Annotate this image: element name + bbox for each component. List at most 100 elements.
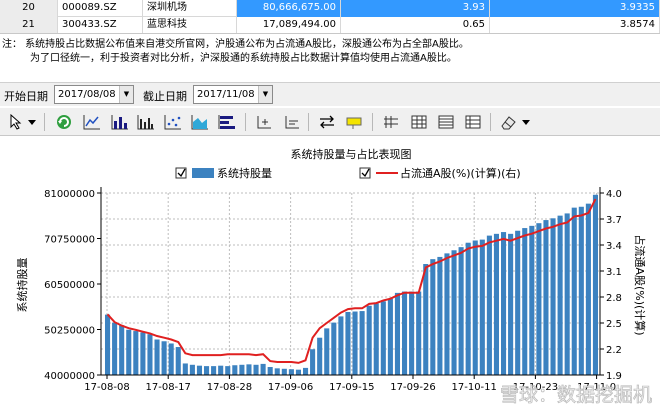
bar [557,215,563,375]
holdings-chart[interactable]: 系统持股量与占比表现图系统持股量 占流通A股(%)(计算)(右) 81000000 7… [0,137,660,410]
bar [147,334,153,375]
line-chart-icon[interactable] [82,112,102,132]
ratio-value: 3.9335 [490,0,660,17]
bar-chart-icon[interactable] [110,112,130,132]
y-tick-label-right: 2.2 [606,345,622,356]
chevron-down-icon[interactable]: ▼ [119,86,133,103]
x-tick-label: 17-08-08 [84,382,129,393]
y-tick-label-right: 3.4 [606,241,622,252]
bar [126,329,132,375]
dropdown-arrow-icon[interactable] [519,112,533,132]
end-date-picker[interactable]: 2017/11/08 ▼ [193,85,273,104]
grid-icon[interactable] [409,112,429,132]
swap-icon[interactable] [317,112,337,132]
axis-icon[interactable] [254,112,274,132]
toolbar-separator [490,113,491,131]
y-tick-label-left: 40000000 [44,371,95,382]
start-date-picker[interactable]: 2017/08/08 ▼ [54,85,134,104]
note-line-2: 为了口径统一，利于投资者对比分析，沪深股通的系统持股占比数据计算值均使用占流通A… [30,53,457,64]
holding-value: 80,666,675.00 [237,0,341,17]
pct-value: 0.65 [341,17,490,33]
table-row[interactable]: 21 300433.SZ 蓝思科技 17,089,494.00 0.65 3.8… [0,17,660,33]
horizontal-bar-icon[interactable] [217,112,237,132]
dropdown-arrow-icon[interactable] [26,112,38,132]
row-number: 20 [0,0,58,17]
bar [430,259,436,375]
bar [232,365,238,375]
bar [536,223,542,375]
bar [196,365,203,375]
watermark-text: 雪球：数据挖掘机 [500,384,652,406]
stock-name: 蓝思科技 [143,17,237,33]
legend-label-line: 占流通A股(%)(计算)(右) [400,166,521,180]
bar [529,225,535,375]
bar [189,364,195,375]
x-tick-label: 17-09-26 [390,382,435,393]
x-tick-label: 17-08-17 [146,382,191,393]
bar [161,341,167,375]
bar [324,328,330,375]
bar [352,311,358,375]
bar [281,368,287,375]
scatter-chart-icon[interactable] [163,112,183,132]
stock-code: 300433.SZ [58,17,143,33]
bar [295,369,302,375]
x-tick-label: 17-10-11 [452,382,497,393]
y-axis-title-right: 占流通A股(%)(计算) [633,234,647,335]
y-axis-title-left: 系统持股量 [15,258,29,313]
column-chart-icon[interactable] [136,112,156,132]
bar [373,303,379,375]
bar [133,331,139,375]
chevron-down-icon[interactable]: ▼ [258,86,272,103]
bar [416,291,422,375]
pct-value: 3.93 [341,0,490,17]
row-number: 21 [0,17,58,33]
x-tick-label: 17-08-28 [207,382,252,393]
bar [338,316,344,375]
date-filter-bar: 开始日期 2017/08/08 ▼ 截止日期 2017/11/08 ▼ [0,82,660,106]
chart-title: 系统持股量与占比表现图 [291,147,412,161]
bar [571,207,577,375]
end-date-label: 截止日期 [143,90,187,103]
pointer-icon[interactable] [6,112,26,132]
table-row[interactable]: 20 000089.SZ 深圳机场 80,666,675.00 3.93 3.9… [0,0,660,17]
disclaimer-note: 注： 系统持股占比数据公布值来自港交所官网，沪股通公布为占流通A股比，深股通公布… [2,38,658,66]
bar [246,364,252,375]
bar [366,305,372,375]
toolbar-separator [44,113,45,131]
bar [423,264,429,375]
refresh-icon[interactable] [54,112,74,132]
y-tick-label-right: 4.0 [606,189,622,200]
holding-value: 17,089,494.00 [237,17,341,33]
toolbar-separator [308,113,309,131]
bar [310,349,316,375]
legend-swatch-bar [192,168,214,178]
axis-scale-icon[interactable] [282,112,302,132]
annotation-icon[interactable] [344,112,364,132]
bar [409,291,415,375]
eraser-icon[interactable] [498,112,518,132]
bar [104,314,111,375]
bar [225,366,231,375]
note-line-1: 注： 系统持股占比数据公布值来自港交所官网，沪股通公布为占流通A股比，深股通公布… [2,39,469,50]
holdings-table: 20 000089.SZ 深圳机场 80,666,675.00 3.93 3.9… [0,0,660,34]
bar [302,367,309,375]
area-chart-icon[interactable] [190,112,210,132]
bar [543,220,549,375]
number-format-icon[interactable] [381,112,401,132]
bar [486,235,492,375]
toolbar-separator [372,113,373,131]
y-tick-label-right: 2.5 [606,319,622,330]
stock-name: 深圳机场 [143,0,237,17]
bar [175,347,181,375]
table-icon[interactable] [436,112,456,132]
bar [508,233,514,375]
bar [451,250,457,375]
bar [493,233,500,375]
bar [550,218,556,375]
chart-toolbar [0,108,660,136]
bar [274,368,280,375]
bar [154,339,160,375]
list-icon[interactable] [463,112,483,132]
bar [253,364,259,375]
